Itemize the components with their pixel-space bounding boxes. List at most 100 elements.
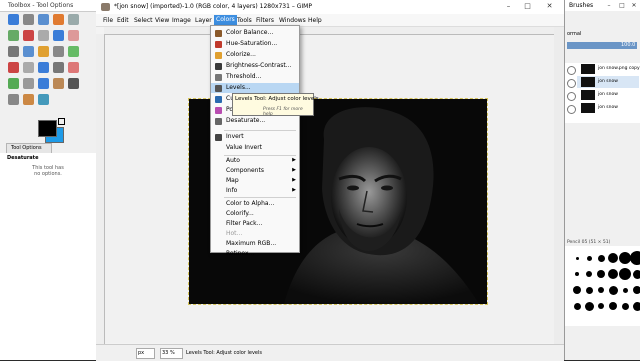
foreground-color-swatch[interactable]: [38, 120, 57, 137]
menu-image[interactable]: Image: [172, 17, 191, 24]
layer-visibility-eye-icon[interactable]: [567, 66, 576, 75]
menu-item-hot[interactable]: Hot...: [211, 229, 299, 239]
brush-preset[interactable]: [576, 257, 579, 260]
brush-preset[interactable]: [633, 286, 640, 294]
vertical-ruler[interactable]: [96, 34, 105, 344]
layer-row[interactable]: jon snow: [577, 76, 639, 88]
menu-item-filter-pack[interactable]: Filter Pack...: [211, 219, 299, 229]
unit-select[interactable]: px: [136, 348, 155, 359]
tool-icon[interactable]: [23, 94, 34, 105]
brush-preset[interactable]: [609, 286, 618, 295]
brush-preset[interactable]: [633, 302, 640, 311]
menu-help[interactable]: Help: [308, 17, 322, 24]
brush-preset[interactable]: [623, 288, 628, 293]
layer-row[interactable]: jon snow.png copy: [577, 63, 639, 75]
brush-preset[interactable]: [633, 270, 640, 279]
tool-icon[interactable]: [38, 78, 49, 89]
tool-icon[interactable]: [23, 30, 34, 41]
menu-view[interactable]: View: [155, 17, 169, 24]
menu-item-desaturate[interactable]: Desaturate...: [211, 116, 299, 126]
tool-icon[interactable]: [53, 78, 64, 89]
menu-tools[interactable]: Tools: [237, 17, 252, 24]
brush-preset[interactable]: [586, 271, 592, 277]
menu-item-invert[interactable]: Invert: [211, 132, 299, 142]
canvas-area[interactable]: [105, 35, 554, 343]
tool-icon[interactable]: [38, 46, 49, 57]
brush-preset[interactable]: [630, 251, 640, 265]
menu-item-threshold[interactable]: Threshold...: [211, 72, 299, 82]
tool-icon[interactable]: [68, 14, 79, 25]
brush-preset[interactable]: [574, 303, 581, 310]
brush-preset[interactable]: [609, 302, 617, 310]
menu-colors[interactable]: Colors: [214, 15, 237, 25]
tool-icon[interactable]: [53, 62, 64, 73]
brush-preset[interactable]: [586, 287, 593, 294]
maximize-icon[interactable]: □: [520, 1, 535, 12]
brush-preset[interactable]: [573, 286, 581, 294]
menu-item-brightness-contrast[interactable]: Brightness-Contrast...: [211, 61, 299, 71]
minimize-icon[interactable]: –: [603, 1, 615, 10]
menu-item-components[interactable]: Components▶: [211, 166, 299, 176]
menu-item-retinex[interactable]: Retinex...: [211, 249, 299, 259]
tool-icon[interactable]: [8, 94, 19, 105]
brush-preset[interactable]: [575, 272, 579, 276]
layer-row[interactable]: jon snow: [577, 89, 639, 101]
tool-icon[interactable]: [53, 30, 64, 41]
menu-item-map[interactable]: Map▶: [211, 176, 299, 186]
menu-layer[interactable]: Layer: [195, 17, 212, 24]
brush-preset[interactable]: [608, 253, 618, 263]
brush-preset[interactable]: [608, 269, 618, 279]
tool-icon[interactable]: [23, 78, 34, 89]
layer-mode-select[interactable]: ormal: [565, 30, 640, 39]
layer-visibility-eye-icon[interactable]: [567, 105, 576, 114]
menu-filters[interactable]: Filters: [256, 17, 274, 24]
menu-item-value-invert[interactable]: Value Invert: [211, 143, 299, 153]
brush-preset[interactable]: [619, 268, 631, 280]
brush-preset[interactable]: [587, 256, 592, 261]
tool-icon[interactable]: [8, 46, 19, 57]
tool-icon[interactable]: [53, 46, 64, 57]
tool-icon[interactable]: [38, 30, 49, 41]
maximize-icon[interactable]: □: [616, 1, 628, 10]
horizontal-ruler[interactable]: [104, 27, 554, 35]
menu-item-auto[interactable]: Auto▶: [211, 156, 299, 166]
tool-icon[interactable]: [38, 94, 49, 105]
tool-icon[interactable]: [68, 78, 79, 89]
brush-preset[interactable]: [597, 270, 605, 278]
tool-icon[interactable]: [23, 62, 34, 73]
layer-row[interactable]: jon snow: [577, 102, 639, 114]
menu-item-color-to-alpha[interactable]: Color to Alpha...: [211, 199, 299, 209]
brush-preset[interactable]: [622, 303, 629, 310]
brush-preset[interactable]: [598, 287, 604, 293]
menu-windows[interactable]: Windows: [279, 17, 306, 24]
zoom-select[interactable]: 33 %: [160, 348, 183, 359]
menu-item-maximum-rgb[interactable]: Maximum RGB...: [211, 239, 299, 249]
tool-icon[interactable]: [38, 14, 49, 25]
menu-file[interactable]: File: [103, 17, 113, 24]
minimize-icon[interactable]: –: [501, 1, 516, 12]
tool-icon[interactable]: [68, 46, 79, 57]
brush-preset[interactable]: [585, 302, 594, 311]
menu-edit[interactable]: Edit: [117, 17, 129, 24]
brush-preset[interactable]: [598, 303, 604, 309]
tool-icon[interactable]: [68, 30, 79, 41]
tool-icon[interactable]: [8, 30, 19, 41]
menu-item-levels[interactable]: Levels...: [211, 83, 299, 93]
tool-icon[interactable]: [53, 14, 64, 25]
menu-item-colorify[interactable]: Colorify...: [211, 209, 299, 219]
menu-item-info[interactable]: Info▶: [211, 186, 299, 196]
layer-visibility-eye-icon[interactable]: [567, 79, 576, 88]
tool-icon[interactable]: [8, 62, 19, 73]
close-icon[interactable]: ✕: [542, 1, 557, 12]
swap-colors-icon[interactable]: [58, 118, 65, 125]
tool-icon[interactable]: [8, 14, 19, 25]
tool-icon[interactable]: [23, 14, 34, 25]
brush-preset[interactable]: [598, 255, 605, 262]
close-icon[interactable]: ✕: [628, 1, 640, 10]
tool-icon[interactable]: [23, 46, 34, 57]
tool-icon[interactable]: [8, 78, 19, 89]
vertical-scrollbar[interactable]: [554, 27, 564, 344]
menu-select[interactable]: Select: [134, 17, 153, 24]
menu-item-colorize[interactable]: Colorize...: [211, 50, 299, 60]
tool-icon[interactable]: [38, 62, 49, 73]
